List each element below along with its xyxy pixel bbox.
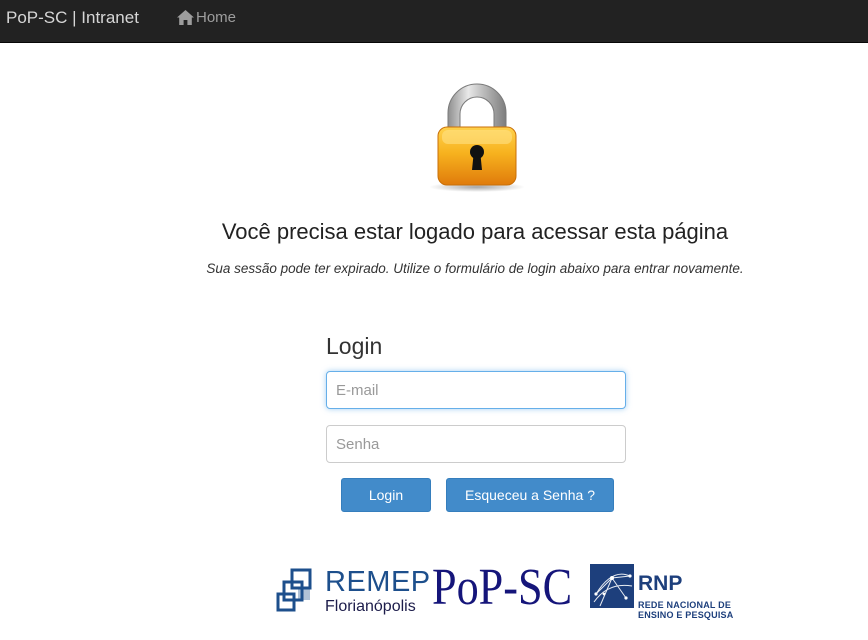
home-icon [177, 10, 194, 25]
rnp-logo-line2: ENSINO E PESQUISA [638, 610, 734, 620]
rnp-logo-icon [590, 564, 634, 608]
padlock-icon [429, 83, 525, 192]
popsc-logo: PoP-SC [432, 559, 573, 616]
nav-home-label: Home [196, 9, 237, 26]
nav-home-link[interactable]: Home [177, 9, 236, 26]
rnp-logo-text: RNP [638, 572, 683, 595]
remep-logo-text: REMEP [325, 566, 431, 598]
partner-logos: REMEP Florianópolis PoP-SC RNP REDE NACI… [0, 560, 868, 630]
remep-logo-icon [276, 568, 312, 612]
password-field[interactable] [326, 425, 626, 463]
forgot-password-button[interactable]: Esqueceu a Senha ? [446, 478, 614, 512]
login-title: Login [326, 333, 383, 359]
email-field[interactable] [326, 371, 626, 409]
login-button[interactable]: Login [341, 478, 431, 512]
navbar-brand[interactable]: PoP-SC | Intranet [6, 8, 139, 28]
remep-logo-city: Florianópolis [325, 598, 416, 615]
page-subline: Sua sessão pode ter expirado. Utilize o … [206, 261, 744, 276]
top-navbar: PoP-SC | Intranet Home [0, 0, 868, 43]
page-headline: Você precisa estar logado para acessar e… [221, 219, 729, 244]
rnp-logo-line1: REDE NACIONAL DE [638, 600, 732, 610]
